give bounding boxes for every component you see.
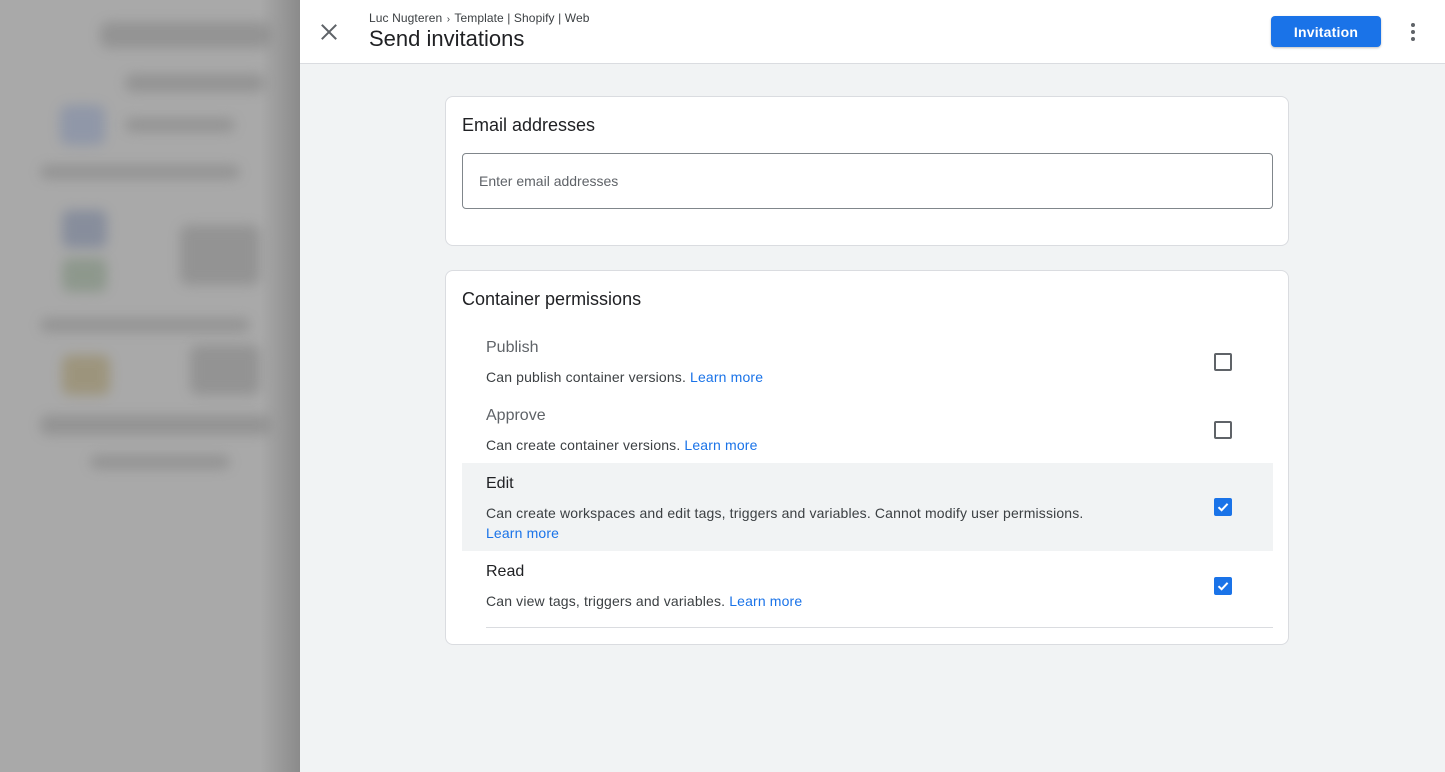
dialog-header: Luc Nugteren › Template | Shopify | Web … [300, 0, 1445, 64]
email-card-title: Email addresses [462, 115, 596, 135]
publish-checkbox[interactable] [1214, 353, 1232, 371]
permission-name-publish: Publish [486, 339, 539, 356]
learn-more-link-publish[interactable]: Learn more [690, 369, 763, 385]
learn-more-link-read[interactable]: Learn more [729, 593, 802, 609]
container-permissions-card: Container permissions Publish Can publis… [445, 270, 1289, 645]
page-title: Send invitations [369, 26, 525, 51]
breadcrumb-container: Template | Shopify | Web [454, 11, 590, 25]
permission-description-edit: Can create workspaces and edit tags, tri… [486, 505, 1084, 541]
permission-row-read: Read Can view tags, triggers and variabl… [462, 551, 1273, 619]
breadcrumb: Luc Nugteren › Template | Shopify | Web [369, 11, 590, 25]
permission-description-read: Can view tags, triggers and variables. L… [486, 593, 803, 609]
permission-row-approve: Approve Can create container versions. L… [462, 395, 1273, 463]
checkmark-icon [1217, 503, 1229, 512]
more-vert-icon [1411, 23, 1415, 27]
read-checkbox[interactable] [1214, 577, 1232, 595]
send-invitation-button[interactable]: Invitation [1271, 16, 1381, 47]
breadcrumb-account: Luc Nugteren [369, 11, 443, 25]
invite-dialog: Luc Nugteren › Template | Shopify | Web … [300, 0, 1445, 772]
more-options-button[interactable] [1400, 17, 1426, 47]
permission-row-publish: Publish Can publish container versions. … [462, 327, 1273, 395]
email-addresses-input[interactable] [462, 153, 1273, 209]
permission-name-approve: Approve [486, 407, 546, 424]
permission-description-publish: Can publish container versions. Learn mo… [486, 369, 764, 385]
learn-more-link-approve[interactable]: Learn more [684, 437, 757, 453]
approve-checkbox[interactable] [1214, 421, 1232, 439]
close-button[interactable] [314, 17, 344, 47]
email-addresses-card: Email addresses [445, 96, 1289, 246]
permission-name-read: Read [486, 563, 525, 580]
permission-name-edit: Edit [486, 475, 514, 492]
divider [486, 627, 1273, 628]
blurred-background-app [0, 0, 300, 772]
permission-row-edit: Edit Can create workspaces and edit tags… [462, 463, 1273, 551]
close-icon [321, 24, 337, 40]
chevron-right-icon: › [446, 14, 451, 25]
edit-checkbox[interactable] [1214, 498, 1232, 516]
permissions-card-title: Container permissions [462, 289, 642, 309]
learn-more-link-edit[interactable]: Learn more [486, 525, 559, 541]
checkmark-icon [1217, 582, 1229, 591]
permission-description-approve: Can create container versions. Learn mor… [486, 437, 758, 453]
